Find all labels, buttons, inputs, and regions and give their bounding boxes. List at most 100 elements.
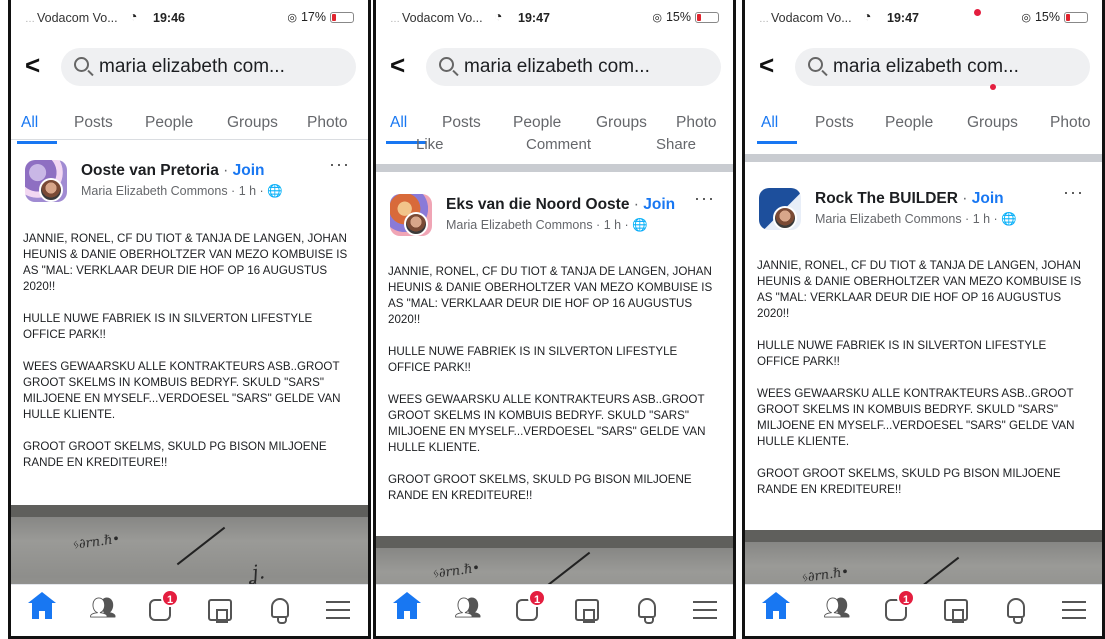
back-arrow-icon[interactable]: < [25, 52, 40, 78]
notification-badge: 1 [161, 589, 179, 607]
orientation-lock-icon: ◎ [287, 11, 297, 24]
orientation-lock-icon: ◎ [1021, 11, 1031, 24]
post-paragraph: HULLE NUWE FABRIEK IS IN SILVERTON LIFES… [388, 345, 678, 374]
active-tab-indicator [757, 141, 797, 144]
separator: · [633, 196, 639, 213]
wifi-icon: ◔ [494, 8, 503, 24]
post-header: Eks van die Noord Ooste · Join Maria Eli… [376, 188, 733, 254]
nav-watch[interactable]: 1 [514, 589, 546, 623]
nav-friends[interactable]: 👥︎ [89, 595, 117, 623]
bottom-nav: 👥︎ 1 [11, 584, 368, 636]
post-separator [376, 164, 733, 172]
back-arrow-icon[interactable]: < [759, 52, 774, 78]
clock: 19:47 [518, 11, 550, 25]
post-body: JANNIE, RONEL, CF DU TIOT & TANJA DE LAN… [757, 258, 1088, 514]
search-row: < maria elizabeth com... [745, 44, 1102, 90]
post-paragraph: WEES GEWAARSKU ALLE KONTRAKTEURS ASB..GR… [388, 393, 706, 454]
handwriting-image: ᛃ∂rn.ℏ• [70, 531, 122, 554]
search-input[interactable]: maria elizabeth com... [61, 48, 356, 86]
search-input[interactable]: maria elizabeth com... [426, 48, 721, 86]
marketplace-icon [575, 599, 599, 623]
tab-people[interactable]: People [513, 114, 561, 132]
battery-percent: 17% [300, 10, 326, 24]
like-button[interactable]: Like [416, 138, 444, 153]
active-tab-indicator [17, 141, 57, 144]
more-options-icon[interactable]: ··· [1063, 182, 1084, 203]
nav-watch[interactable]: 1 [883, 589, 915, 623]
signature-image: ʝ. [249, 559, 267, 585]
tab-people[interactable]: People [145, 114, 193, 132]
join-button[interactable]: Join [233, 162, 265, 179]
bell-icon [638, 598, 656, 624]
tab-all[interactable]: All [390, 114, 407, 132]
marketplace-icon [944, 599, 968, 623]
nav-friends[interactable]: 👥︎ [454, 595, 482, 623]
nav-menu[interactable] [692, 597, 718, 623]
bottom-nav: 👥︎ 1 [745, 584, 1102, 636]
post-paragraph: GROOT GROOT SKELMS, SKULD PG BISON MILJO… [23, 440, 327, 469]
nav-home[interactable] [28, 592, 56, 623]
group-avatar[interactable] [390, 194, 432, 236]
post-paragraph: JANNIE, RONEL, CF DU TIOT & TANJA DE LAN… [757, 259, 1082, 320]
tab-posts[interactable]: Posts [442, 114, 481, 132]
notification-badge: 1 [528, 589, 546, 607]
search-input[interactable]: maria elizabeth com... [795, 48, 1090, 86]
more-options-icon[interactable]: ··· [694, 188, 715, 209]
group-name-link[interactable]: Ooste van Pretoria [81, 162, 219, 179]
tab-groups[interactable]: Groups [967, 114, 1018, 132]
nav-marketplace[interactable] [574, 597, 600, 623]
post-paragraph: GROOT GROOT SKELMS, SKULD PG BISON MILJO… [757, 467, 1061, 496]
post-paragraph: WEES GEWAARSKU ALLE KONTRAKTEURS ASB..GR… [757, 387, 1075, 448]
nav-friends[interactable]: 👥︎ [823, 595, 851, 623]
group-avatar[interactable] [759, 188, 801, 230]
phone-screen-1: Vodacom Vo... ◔ 19:46 ◎ 17% < maria eliz… [8, 0, 371, 639]
bell-icon [1007, 598, 1025, 624]
nav-notifications[interactable] [634, 597, 660, 624]
group-avatar[interactable] [25, 160, 67, 202]
nav-watch[interactable]: 1 [147, 589, 179, 623]
back-arrow-icon[interactable]: < [390, 52, 405, 78]
comment-button[interactable]: Comment [526, 138, 591, 153]
battery-indicator: ◎ 17% [287, 10, 354, 24]
tab-all[interactable]: All [761, 114, 778, 132]
tab-groups[interactable]: Groups [227, 114, 278, 132]
nav-home[interactable] [762, 592, 790, 623]
tab-all[interactable]: All [21, 114, 38, 132]
tab-photos[interactable]: Photo [307, 114, 348, 132]
post-meta: Maria Elizabeth Commons · 1 h · 🌐 [815, 212, 1017, 226]
search-query: maria elizabeth com... [464, 56, 650, 77]
nav-notifications[interactable] [267, 597, 293, 624]
share-button[interactable]: Share [656, 138, 696, 153]
nav-menu[interactable] [325, 597, 351, 623]
tab-posts[interactable]: Posts [74, 114, 113, 132]
search-filter-tabs: All Posts People Groups Photo [11, 104, 368, 144]
nav-menu[interactable] [1061, 597, 1087, 623]
tab-groups[interactable]: Groups [596, 114, 647, 132]
join-button[interactable]: Join [643, 196, 675, 213]
signature-stroke [176, 526, 226, 566]
clock: 19:46 [153, 11, 185, 25]
home-icon [762, 592, 790, 619]
touch-indicator-icon [990, 84, 996, 90]
photo-edge [11, 505, 368, 517]
battery-percent: 15% [665, 10, 691, 24]
tab-photos[interactable]: Photo [1050, 114, 1091, 132]
nav-notifications[interactable] [1003, 597, 1029, 624]
nav-home[interactable] [393, 592, 421, 623]
bottom-nav: 👥︎ 1 [376, 584, 733, 636]
join-button[interactable]: Join [972, 190, 1004, 207]
nav-marketplace[interactable] [943, 597, 969, 623]
post-group-title: Eks van die Noord Ooste · Join [446, 196, 675, 214]
home-icon [28, 592, 56, 619]
more-options-icon[interactable]: ··· [329, 154, 350, 175]
tab-people[interactable]: People [885, 114, 933, 132]
group-name-link[interactable]: Eks van die Noord Ooste [446, 196, 629, 213]
post-header: Ooste van Pretoria · Join Maria Elizabet… [11, 154, 368, 220]
tab-posts[interactable]: Posts [815, 114, 854, 132]
tab-photos[interactable]: Photo [676, 114, 717, 132]
friends-icon: 👥︎ [89, 595, 117, 620]
nav-marketplace[interactable] [207, 597, 233, 623]
group-name-link[interactable]: Rock The BUILDER [815, 190, 958, 207]
battery-icon [330, 11, 354, 23]
photo-edge [376, 536, 733, 548]
